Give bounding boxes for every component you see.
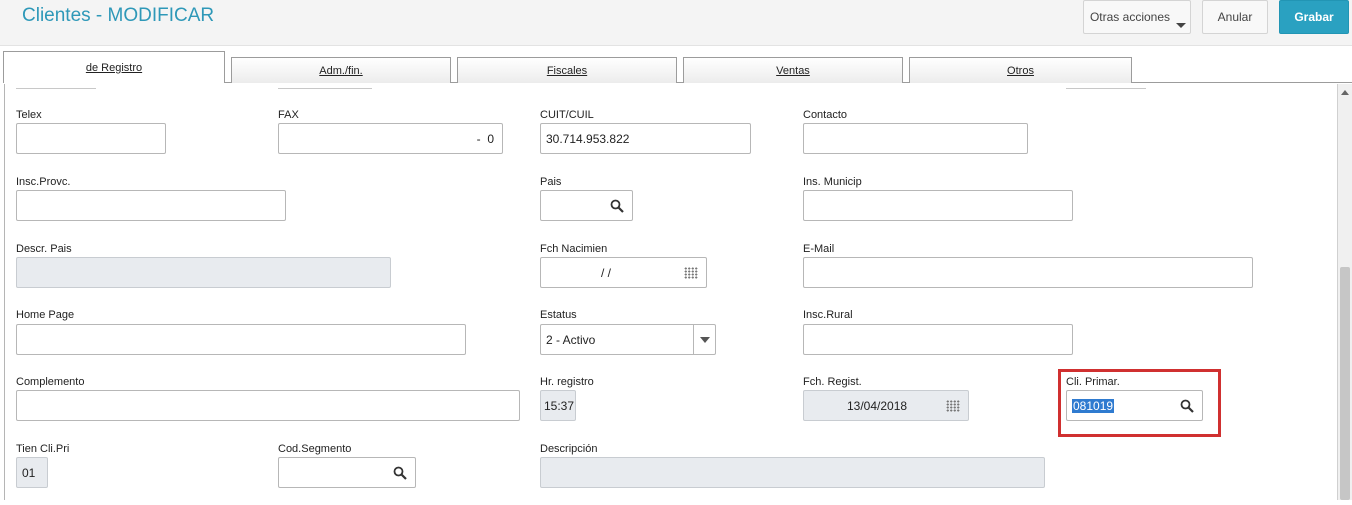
fax-field[interactable]: - 0: [278, 123, 503, 154]
email-field[interactable]: [803, 257, 1253, 288]
contacto-field[interactable]: [803, 123, 1028, 154]
divider: [16, 86, 96, 89]
telex-field[interactable]: [16, 123, 166, 154]
hr-registro-field: 15:37: [540, 390, 576, 421]
cuit-field[interactable]: 30.714.953.822: [540, 123, 751, 154]
search-icon[interactable]: [393, 466, 407, 480]
cuit-label: CUIT/CUIL: [540, 109, 594, 121]
home-page-label: Home Page: [16, 309, 75, 321]
insc-provc-field[interactable]: [16, 190, 286, 221]
more-actions-button[interactable]: Otras acciones: [1083, 0, 1191, 34]
cod-segmento-label: Cod.Segmento: [278, 443, 352, 455]
tien-cli-pri-label: Tien Cli.Pri: [16, 443, 70, 455]
descr-pais-field: [16, 257, 391, 288]
estatus-label: Estatus: [540, 309, 577, 321]
insc-rural-field[interactable]: [803, 324, 1073, 355]
estatus-select[interactable]: 2 - Activo: [540, 324, 716, 355]
chevron-down-icon[interactable]: [693, 325, 715, 354]
insc-provc-label: Insc.Provc.: [16, 176, 71, 188]
fch-regist-label: Fch. Regist.: [803, 376, 862, 388]
insc-rural-label: Insc.Rural: [803, 309, 853, 321]
tien-cli-pri-field: 01: [16, 457, 48, 488]
descripcion-field: [540, 457, 1045, 488]
highlight-annotation: [1058, 369, 1221, 437]
tab-strip: de Registro Adm./fin. Fiscales Ventas Ot…: [0, 46, 1352, 84]
home-page-field[interactable]: [16, 324, 466, 355]
telex-label: Telex: [16, 109, 42, 121]
fax-label: FAX: [278, 109, 299, 121]
ins-municip-field[interactable]: [803, 190, 1073, 221]
fch-nacimien-field[interactable]: / /: [540, 257, 707, 288]
divider: [1066, 86, 1146, 89]
descr-pais-label: Descr. Pais: [16, 243, 72, 255]
tab-adm-fin[interactable]: Adm./fin.: [231, 57, 451, 83]
scroll-up-icon[interactable]: [1341, 90, 1349, 95]
tab-fiscales[interactable]: Fiscales: [457, 57, 677, 83]
descripcion-label: Descripción: [540, 443, 598, 455]
fch-regist-field: 13/04/2018: [803, 390, 969, 421]
cod-segmento-field[interactable]: [278, 457, 416, 488]
calendar-icon: [946, 400, 960, 412]
hr-registro-label: Hr. registro: [540, 376, 594, 388]
page-title: Clientes - MODIFICAR: [22, 5, 215, 26]
vertical-scrollbar[interactable]: [1338, 84, 1352, 500]
ins-municip-label: Ins. Municip: [803, 176, 862, 188]
tab-otros[interactable]: Otros: [909, 57, 1132, 83]
tab-de-registro[interactable]: de Registro: [3, 51, 225, 83]
pais-field[interactable]: [540, 190, 633, 221]
search-icon[interactable]: [610, 199, 624, 213]
complemento-field[interactable]: [16, 390, 520, 421]
contacto-label: Contacto: [803, 109, 848, 121]
divider: [278, 86, 372, 89]
scrollbar-thumb[interactable]: [1340, 267, 1350, 500]
pais-label: Pais: [540, 176, 562, 188]
fch-nacimien-label: Fch Nacimien: [540, 243, 608, 255]
top-bar: Clientes - MODIFICAR Otras acciones Anul…: [0, 0, 1352, 46]
tab-ventas[interactable]: Ventas: [683, 57, 903, 83]
email-label: E-Mail: [803, 243, 835, 255]
save-button[interactable]: Grabar: [1279, 0, 1349, 34]
chevron-down-icon: [1176, 23, 1186, 28]
calendar-icon[interactable]: [684, 267, 698, 279]
more-actions-label: Otras acciones: [1089, 10, 1171, 24]
complemento-label: Complemento: [16, 376, 85, 388]
cancel-button[interactable]: Anular: [1202, 0, 1268, 34]
